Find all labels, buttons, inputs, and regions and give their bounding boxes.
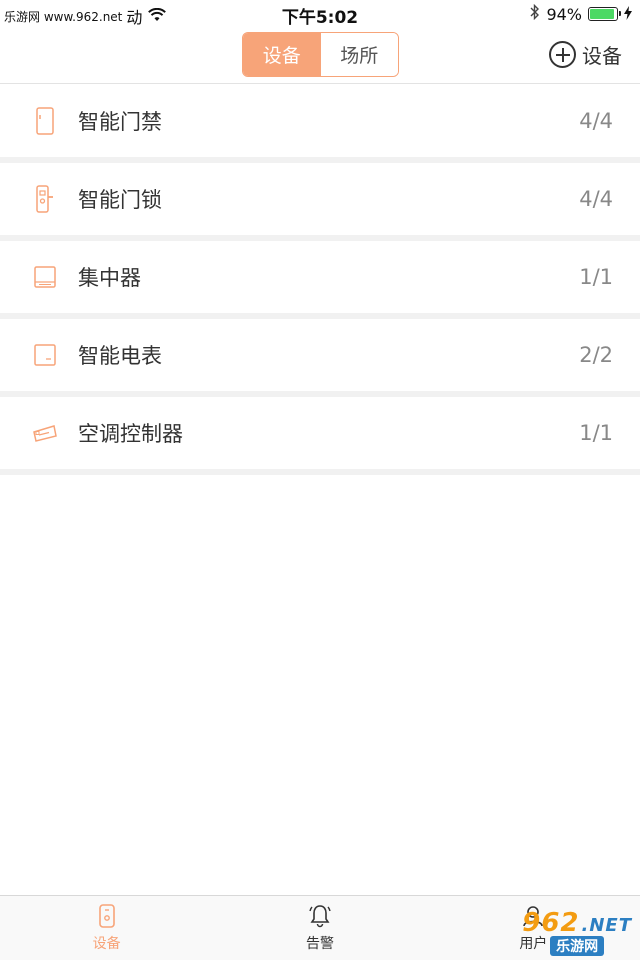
device-list: 智能门禁 4/4 智能门锁 4/4 集中器 1/1 智能电表 2/2 空调控制器… — [0, 85, 640, 475]
door-access-icon — [32, 106, 58, 136]
segmented-control: 设备 场所 — [242, 32, 399, 77]
add-circle-icon — [549, 41, 576, 68]
list-item-label: 集中器 — [78, 266, 141, 290]
battery-percent: 94% — [546, 4, 582, 24]
watermark-domain: .NET — [581, 915, 632, 936]
list-item-count: 4/4 — [579, 187, 613, 211]
tab-devices[interactable]: 设备 — [0, 896, 213, 960]
list-item-label: 空调控制器 — [78, 422, 183, 446]
watermark-sub: 乐游网 — [550, 936, 605, 956]
list-item-meter[interactable]: 智能电表 2/2 — [0, 319, 640, 397]
ac-controller-icon — [32, 418, 58, 448]
device-icon — [94, 903, 120, 929]
add-device-button[interactable]: 设备 — [549, 40, 622, 69]
bluetooth-icon — [530, 3, 540, 24]
charging-icon — [624, 5, 632, 24]
status-bar: 乐游网 www.962.net 动 下午5:02 94% — [0, 0, 640, 28]
tab-alerts[interactable]: 告警 — [213, 896, 426, 960]
add-device-label: 设备 — [582, 44, 622, 68]
concentrator-icon — [32, 262, 58, 292]
tab-label: 设备 — [92, 936, 121, 952]
list-item-door-access[interactable]: 智能门禁 4/4 — [0, 85, 640, 163]
list-item-label: 智能门锁 — [78, 188, 162, 212]
bell-icon — [307, 903, 333, 929]
status-right: 94% — [530, 3, 632, 24]
list-item-count: 2/2 — [579, 343, 613, 367]
list-item-count: 1/1 — [579, 265, 613, 289]
meter-icon — [32, 340, 58, 370]
list-item-count: 4/4 — [579, 109, 613, 133]
navbar: 设备 场所 设备 — [0, 28, 640, 84]
watermark-main: 962 .NET — [522, 908, 632, 938]
segment-places[interactable]: 场所 — [320, 33, 398, 76]
list-item-label: 智能电表 — [78, 344, 162, 368]
list-item-label: 智能门禁 — [78, 110, 162, 134]
tab-label: 告警 — [305, 936, 334, 952]
watermark-number: 962 — [522, 908, 580, 938]
segment-devices[interactable]: 设备 — [243, 33, 321, 76]
battery-icon — [588, 7, 621, 21]
watermark-logo: 962 .NET 乐游网 — [522, 908, 632, 956]
list-item-door-lock[interactable]: 智能门锁 4/4 — [0, 163, 640, 241]
list-item-count: 1/1 — [579, 421, 613, 445]
list-item-concentrator[interactable]: 集中器 1/1 — [0, 241, 640, 319]
door-lock-icon — [32, 184, 58, 214]
list-item-ac-controller[interactable]: 空调控制器 1/1 — [0, 397, 640, 475]
